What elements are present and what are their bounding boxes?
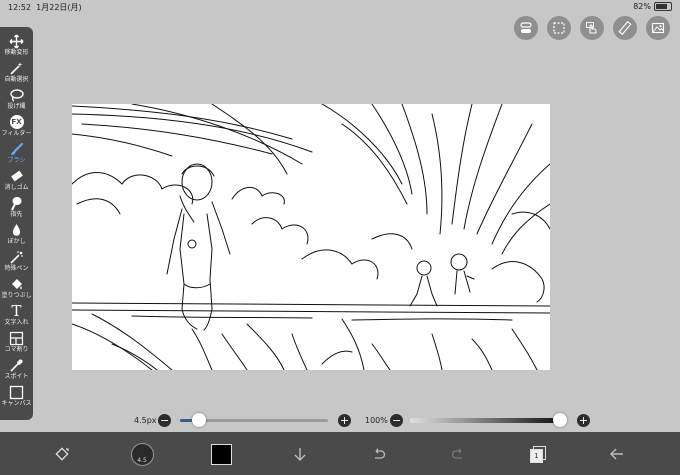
toggle-icon[interactable]: [514, 16, 538, 40]
brush-size-decrease-button[interactable]: −: [158, 414, 171, 427]
undo-icon[interactable]: [364, 440, 394, 468]
tool-label: 塗りつぶし: [1, 292, 32, 299]
brush-sliders: 4.5px − + 100% − +: [0, 410, 680, 430]
opacity-increase-button[interactable]: +: [577, 414, 590, 427]
bottom-toolbar: 4.5 1: [0, 432, 680, 475]
finger-icon: [9, 195, 24, 211]
tool-eyedropper[interactable]: スポイト: [0, 355, 33, 382]
fx-icon: FX: [9, 114, 24, 130]
tool-label: 移動変形: [4, 49, 29, 56]
tool-label: 指先: [10, 211, 23, 218]
tool-fill[interactable]: 塗りつぶし: [0, 274, 33, 301]
move-icon: [9, 33, 24, 49]
tool-label: コマ割り: [4, 346, 29, 353]
status-time: 12:52 1月22日(月): [8, 3, 82, 12]
blur-drop-icon: [9, 222, 24, 238]
drawing-canvas[interactable]: [72, 104, 550, 370]
special-pen-icon: [9, 249, 24, 265]
opacity-decrease-button[interactable]: −: [390, 414, 403, 427]
opacity-value: 100%: [365, 416, 388, 425]
tool-palette: 移動変形 自動選択 投げ縄 FX フィルター ブラシ 消しゴム 指先 ぼかし 特…: [0, 27, 33, 420]
sketch-artwork: [72, 104, 550, 370]
top-actions: [514, 16, 670, 40]
tool-filter[interactable]: FX フィルター: [0, 112, 33, 139]
text-icon: T: [11, 302, 22, 320]
download-arrow-icon[interactable]: [285, 440, 315, 468]
layers-button[interactable]: 1: [523, 440, 553, 468]
tool-move-transform[interactable]: 移動変形: [0, 31, 33, 58]
battery-status: 82%: [633, 2, 672, 11]
brush-size-increase-button[interactable]: +: [338, 414, 351, 427]
tool-blur[interactable]: ぼかし: [0, 220, 33, 247]
hand-touch-icon[interactable]: [580, 16, 604, 40]
back-arrow-icon[interactable]: [602, 440, 632, 468]
tool-finger[interactable]: 指先: [0, 193, 33, 220]
ruler-icon[interactable]: [613, 16, 637, 40]
frame-divider-icon: [9, 330, 24, 346]
tool-brush[interactable]: ブラシ: [0, 139, 33, 166]
tool-label: フィルター: [1, 130, 32, 137]
battery-icon: [654, 2, 672, 11]
tool-label: スポイト: [4, 373, 29, 380]
tool-lasso[interactable]: 投げ縄: [0, 85, 33, 112]
tool-label: 消しゴム: [4, 184, 29, 191]
fill-bucket-icon: [9, 276, 24, 292]
tool-label: 自動選択: [4, 76, 29, 83]
brush-preview-button[interactable]: 4.5: [127, 440, 157, 468]
canvas-icon: [9, 384, 24, 400]
tool-label: ぼかし: [7, 238, 26, 245]
redo-icon[interactable]: [443, 440, 473, 468]
tool-label: 投げ縄: [7, 103, 26, 110]
tool-canvas[interactable]: キャンバス: [0, 382, 33, 409]
layers-icon: 1: [530, 446, 546, 463]
tool-label: 文字入れ: [4, 319, 29, 326]
tool-auto-select[interactable]: 自動選択: [0, 58, 33, 85]
opacity-slider-knob[interactable]: [553, 413, 567, 427]
battery-percent: 82%: [633, 2, 651, 11]
status-bar: 12:52 1月22日(月) 82%: [0, 0, 680, 14]
lasso-icon: [9, 87, 24, 103]
eraser-icon: [9, 168, 24, 184]
eyedropper-icon: [9, 357, 24, 373]
tool-label: キャンバス: [1, 400, 32, 407]
tool-text[interactable]: T 文字入れ: [0, 301, 33, 328]
color-swatch-button[interactable]: [206, 440, 236, 468]
image-icon[interactable]: [646, 16, 670, 40]
brush-preview-icon: 4.5: [130, 442, 154, 466]
opacity-track[interactable]: [410, 418, 560, 423]
tool-frame-divider[interactable]: コマ割り: [0, 328, 33, 355]
tool-label: 特殊ペン: [4, 265, 29, 272]
tool-eraser[interactable]: 消しゴム: [0, 166, 33, 193]
swap-rotate-icon[interactable]: [47, 440, 77, 468]
tool-special-pen[interactable]: 特殊ペン: [0, 247, 33, 274]
selection-icon[interactable]: [547, 16, 571, 40]
magic-wand-icon: [9, 60, 24, 76]
brush-size-slider-knob[interactable]: [191, 413, 206, 427]
current-color-swatch: [210, 443, 232, 465]
layer-count: 1: [530, 449, 543, 463]
brush-size-value: 4.5px: [134, 416, 157, 425]
brush-icon: [9, 141, 24, 157]
tool-label: ブラシ: [7, 157, 26, 164]
